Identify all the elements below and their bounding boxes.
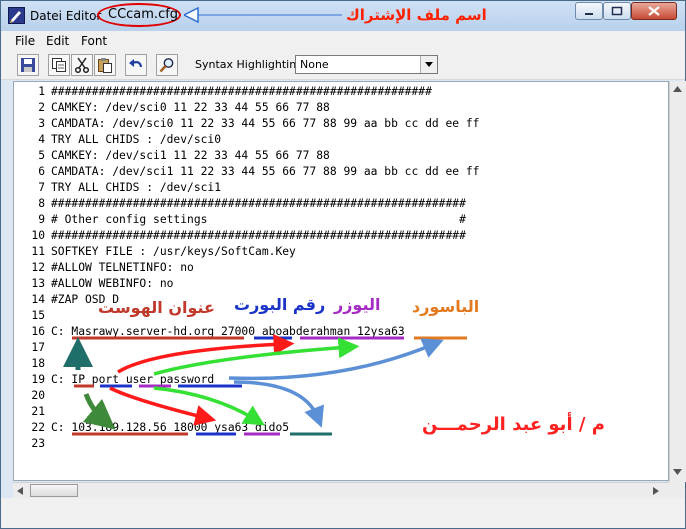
dropdown-button[interactable] — [420, 56, 437, 73]
status-bar — [1, 498, 685, 528]
scroll-left-icon[interactable] — [17, 487, 23, 495]
window-title: Datei Editor — [30, 9, 102, 23]
title-bar[interactable]: Datei Editor - CCcam.cfg اسم ملف الإشترا… — [1, 1, 685, 31]
syntax-highlighting-label: Syntax Highlighting: — [195, 58, 307, 71]
find-icon — [159, 58, 174, 73]
find-button[interactable] — [156, 54, 178, 76]
vertical-scrollbar[interactable] — [669, 81, 686, 482]
ip-arrow-down — [82, 393, 116, 430]
port-label: رقم البورت — [234, 295, 326, 314]
window-filename: CCcam.cfg — [108, 7, 179, 22]
toolbar: Syntax Highlighting: None — [1, 51, 685, 80]
c-label: ج — [70, 348, 81, 364]
syntax-highlighting-value: None — [300, 58, 329, 71]
user-arrow-green — [153, 337, 360, 376]
author-signature: م / أبو عبد الرحمـــن — [422, 414, 605, 435]
port-arrow-red — [117, 333, 295, 374]
copy-button[interactable] — [48, 54, 70, 76]
scroll-up-icon[interactable] — [673, 86, 682, 92]
maximize-icon — [611, 6, 623, 16]
maximize-button[interactable] — [603, 2, 631, 20]
horizontal-scrollbar[interactable] — [13, 482, 669, 499]
save-button[interactable] — [17, 54, 39, 76]
app-icon — [8, 7, 25, 24]
minimize-icon — [585, 13, 593, 15]
undo-button[interactable] — [125, 54, 147, 76]
save-icon — [21, 58, 35, 72]
host-label: عنوان الهوست — [98, 298, 215, 317]
chevron-down-icon — [425, 62, 433, 67]
paste-icon — [98, 58, 112, 73]
password-label: الباسورد — [412, 297, 480, 316]
minimize-button[interactable] — [575, 2, 603, 20]
user-label: اليوزر — [334, 295, 381, 314]
cut-icon — [74, 57, 90, 73]
menu-bar: File Edit Font — [1, 31, 685, 51]
text-editor[interactable]: 1 #######################################… — [13, 81, 669, 481]
copy-icon — [52, 58, 66, 72]
syntax-highlighting-select[interactable]: None — [295, 55, 438, 74]
horizontal-scroll-thumb[interactable] — [30, 484, 78, 497]
user-arrow-down-green — [153, 386, 265, 426]
undo-icon — [129, 59, 143, 68]
menu-font[interactable]: Font — [81, 34, 107, 48]
scroll-down-icon[interactable] — [673, 469, 682, 475]
cut-button[interactable] — [71, 54, 93, 76]
close-icon — [648, 6, 660, 16]
menu-file[interactable]: File — [15, 34, 35, 48]
scroll-right-icon[interactable] — [653, 487, 659, 495]
filename-arrow-icon — [184, 6, 342, 24]
menu-edit[interactable]: Edit — [46, 34, 69, 48]
scrollbar-corner — [669, 482, 685, 498]
close-button[interactable] — [631, 2, 677, 20]
paste-button[interactable] — [94, 54, 116, 76]
title-annotation: اسم ملف الإشتراك — [346, 6, 487, 24]
editor-window: Datei Editor - CCcam.cfg اسم ملف الإشترا… — [0, 0, 686, 529]
